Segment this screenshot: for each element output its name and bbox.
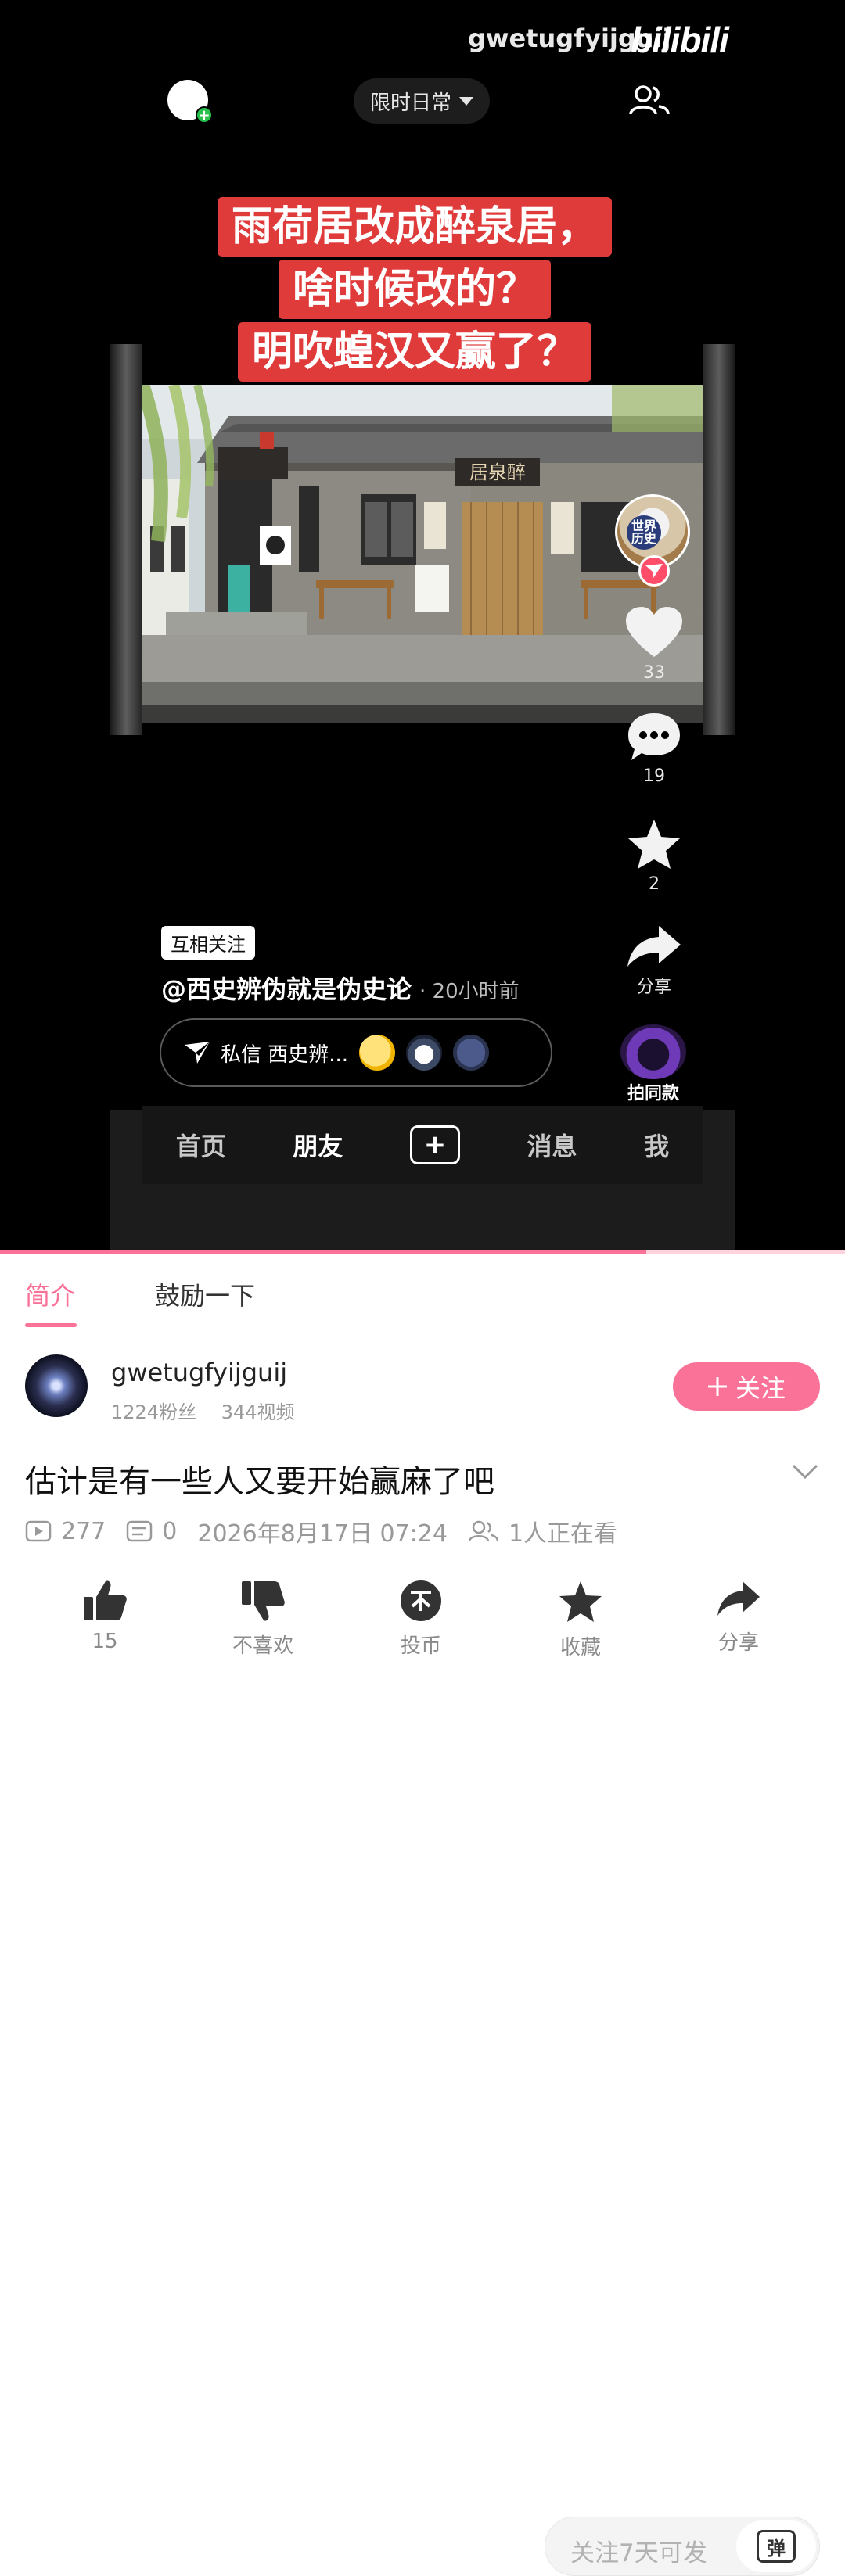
blurred-side-left	[110, 344, 142, 735]
follow-label: 关注	[735, 1373, 786, 1403]
emoji-moon-icon[interactable]	[453, 1035, 490, 1071]
uploader-stats: 1224粉丝 344视频	[111, 1397, 295, 1424]
play-count-icon	[25, 1520, 52, 1542]
plus-icon	[707, 1377, 727, 1396]
feed-selector[interactable]: 限时日常	[354, 78, 490, 124]
like-count: 33	[643, 663, 665, 683]
emoji-smirk-icon[interactable]	[359, 1035, 396, 1071]
post-time: · 20小时前	[419, 980, 520, 1003]
tab-intro[interactable]: 简介	[25, 1276, 75, 1312]
coin-icon	[401, 1580, 441, 1621]
nav-home[interactable]: 首页	[176, 1127, 226, 1163]
caption-line-3: 明吹蝗汉又赢了？	[237, 322, 592, 382]
mutual-follow-badge: 互相关注	[161, 926, 255, 960]
video-player[interactable]: gwetugfyijguij bilibili + 限时日常 雨荷居改成醉泉居，…	[0, 0, 845, 1251]
watching-now: 1人正在看	[508, 1520, 618, 1548]
star-icon	[628, 820, 680, 869]
creator-badge-text: 世界历史	[627, 515, 661, 550]
same-style-button[interactable]: 拍同款	[618, 1024, 689, 1104]
friends-icon[interactable]	[627, 83, 671, 117]
coin-button[interactable]: 投币	[366, 1580, 476, 1659]
favorite-button[interactable]: 收藏	[526, 1580, 635, 1660]
video-title: 估计是有一些人又要开始赢麻了吧	[25, 1464, 494, 1500]
uploader-name[interactable]: gwetugfyijguij	[111, 1358, 287, 1387]
nav-me[interactable]: 我	[644, 1127, 669, 1163]
share-arrow-icon	[627, 926, 681, 967]
thumbs-up-icon	[84, 1580, 127, 1620]
star-outline-icon	[559, 1581, 602, 1622]
follow-button[interactable]: 关注	[673, 1362, 820, 1411]
danmaku-count-icon	[127, 1520, 153, 1542]
detail-tabs: 简介 鼓励一下 关注7天可发 弹	[0, 1254, 845, 2576]
viewers-icon	[468, 1520, 499, 1542]
comment-bubble-icon	[628, 713, 680, 760]
caret-down-icon	[459, 96, 473, 106]
danmaku-icon-glyph: 弹	[767, 2537, 786, 2560]
video-progress-bar[interactable]	[0, 1250, 845, 1254]
uploader-fans: 1224粉丝	[111, 1401, 197, 1423]
send-icon	[185, 1042, 210, 1064]
tab-encourage[interactable]: 鼓励一下	[155, 1276, 255, 1312]
author-handle: @西史辨伪就是伪史论	[161, 974, 412, 1004]
blurred-side-right	[703, 344, 735, 735]
publish-date: 2026年8月17日 07:24	[197, 1520, 448, 1548]
chevron-down-icon[interactable]	[792, 1464, 818, 1480]
same-style-thumbnail	[620, 1024, 686, 1079]
nav-friends[interactable]: 朋友	[293, 1127, 343, 1163]
feed-selector-label: 限时日常	[369, 91, 451, 115]
nav-messages[interactable]: 消息	[527, 1127, 577, 1163]
dislike-label: 不喜欢	[232, 1634, 293, 1658]
direct-message-bar[interactable]: 私信 西史辨...	[160, 1018, 552, 1087]
follow-creator-button[interactable]	[638, 555, 670, 587]
bilibili-logo: bilibili	[631, 20, 729, 60]
tab-intro-underline	[25, 1323, 77, 1327]
video-caption-overlay: 雨荷居改成醉泉居， 啥时候改的？ 明吹蝗汉又赢了？	[180, 197, 649, 385]
share-button[interactable]: 分享	[684, 1580, 793, 1656]
video-progress-fill	[0, 1250, 647, 1254]
danmaku-icon: 弹	[757, 2530, 796, 2563]
author-handle-row[interactable]: @西史辨伪就是伪史论 · 20小时前	[161, 970, 520, 1006]
paper-plane-icon	[645, 564, 663, 578]
same-style-label: 拍同款	[627, 1084, 679, 1103]
comment-count: 19	[643, 766, 665, 786]
danmaku-input[interactable]: 关注7天可发 弹	[545, 2517, 820, 2576]
video-action-bar: 15 不喜欢 投币 收藏 分享	[0, 1580, 845, 1681]
like-button[interactable]: 15	[50, 1580, 160, 1653]
caption-line-2: 啥时候改的？	[278, 260, 551, 319]
recorded-app-nav: 首页 朋友 + 消息 我	[142, 1106, 703, 1184]
video-meta-row: 277 0 2026年8月17日 07:24 1人正在看	[25, 1514, 617, 1548]
danmaku-count: 0	[162, 1517, 178, 1545]
play-count: 277	[61, 1517, 106, 1545]
comment-action[interactable]: 19	[615, 712, 693, 786]
thumbs-down-icon	[242, 1581, 285, 1621]
share-icon	[717, 1581, 760, 1616]
coin-label: 投币	[400, 1634, 441, 1658]
add-icon: +	[196, 106, 213, 124]
danmaku-toggle-button[interactable]: 弹	[736, 2520, 816, 2572]
heart-icon	[626, 607, 682, 657]
like-action[interactable]: 33	[615, 607, 693, 683]
share-label: 分享	[636, 978, 671, 997]
caption-line-1: 雨荷居改成醉泉居，	[217, 197, 612, 257]
share-action[interactable]: 分享	[615, 924, 693, 998]
emoji-husky-icon[interactable]	[406, 1035, 443, 1071]
danmaku-placeholder: 关注7天可发	[570, 2539, 707, 2567]
my-avatar[interactable]: +	[167, 80, 213, 124]
nav-create-button[interactable]: +	[409, 1125, 460, 1164]
favorite-action[interactable]: 2	[615, 818, 693, 894]
share-label-bottom: 分享	[717, 1631, 759, 1655]
uploader-avatar[interactable]	[25, 1354, 88, 1417]
dislike-button[interactable]: 不喜欢	[208, 1580, 318, 1659]
dm-label: 私信 西史辨...	[221, 1042, 349, 1067]
like-count-bottom: 15	[92, 1630, 118, 1653]
uploader-videos: 344视频	[221, 1401, 295, 1423]
favorite-label: 收藏	[559, 1636, 601, 1659]
scene-sign-text: 居泉醉	[469, 461, 526, 483]
favorite-count: 2	[649, 874, 660, 894]
